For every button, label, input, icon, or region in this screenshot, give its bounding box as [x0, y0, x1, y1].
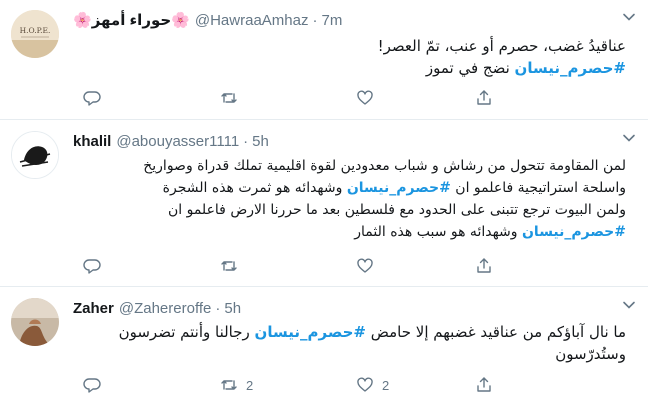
avatar[interactable] [11, 298, 59, 346]
user-handle[interactable]: @Zahereroffe [119, 300, 212, 317]
share-button[interactable] [475, 257, 493, 275]
retweet-count: 2 [246, 377, 254, 393]
tweet-line: واسلحة استراتيجية فاعلمو ان #حصرم_نيسان … [73, 177, 626, 199]
reply-button[interactable] [83, 89, 109, 107]
tweet-line: عناقيدُ غضب، حصرم أو عنب، تمّ العصر! [377, 37, 626, 55]
heart-icon [357, 377, 373, 392]
tweet-card[interactable]: H.O.P.E. 🌸حوراء أمهز🌸 @HawraaAmhaz · 7m … [0, 0, 648, 120]
tweet-actions [73, 257, 493, 277]
chevron-down-icon[interactable] [622, 298, 636, 312]
tweet-text: لمن المقاومة تتحول من رشاش و شباب معدودي… [73, 155, 626, 243]
timestamp[interactable]: 5h [224, 300, 241, 317]
tweet-header: khalil @abouyasser1111 · 5h [73, 131, 269, 151]
hashtag-link[interactable]: #حصرم_نيسان [255, 323, 366, 341]
tweet-line-text: ما نال آباؤكم من عناقيد غضبهم إلا حامض [366, 323, 626, 341]
display-name[interactable]: khalil [73, 133, 111, 150]
reply-button[interactable] [83, 376, 109, 394]
tweet-header: 🌸حوراء أمهز🌸 @HawraaAmhaz · 7m [73, 10, 342, 30]
hashtag-link[interactable]: #حصرم_نيسان [522, 224, 626, 240]
tweet-line: #حصرم_نيسان وشهدائه هو سبب هذه الثمار [73, 221, 626, 243]
chevron-down-icon[interactable] [622, 10, 636, 24]
heart-icon [357, 258, 373, 273]
tweet-line: #حصرم_نيسان نضج في تموز [73, 57, 626, 79]
reply-icon [83, 259, 101, 274]
tweet-line-text: وشهدائه هو ثمرت هذه الشجرة [162, 180, 347, 196]
retweet-button[interactable]: 2 [220, 376, 253, 394]
like-button[interactable]: 2 [356, 376, 389, 394]
tweet-line: ما نال آباؤكم من عناقيد غضبهم إلا حامض #… [73, 321, 626, 343]
avatar-image [11, 298, 59, 346]
tweet-header: Zaher @Zahereroffe · 5h [73, 298, 241, 318]
heart-icon [357, 90, 373, 105]
retweet-icon [221, 93, 237, 103]
share-icon [477, 377, 491, 392]
like-button[interactable] [356, 89, 382, 107]
tweet-text: عناقيدُ غضب، حصرم أو عنب، تمّ العصر! #حص… [73, 35, 626, 79]
like-count: 2 [382, 377, 390, 393]
user-handle[interactable]: @HawraaAmhaz [195, 12, 309, 29]
tweet-actions [73, 89, 493, 109]
retweet-icon [221, 380, 237, 390]
tweet-line: وستُدرّسون [555, 345, 626, 363]
separator-dot: · [243, 132, 249, 150]
share-icon [477, 90, 491, 105]
svg-text:H.O.P.E.: H.O.P.E. [20, 26, 51, 35]
tweet-line: لمن المقاومة تتحول من رشاش و شباب معدودي… [143, 158, 626, 174]
display-name[interactable]: 🌸حوراء أمهز🌸 [73, 11, 190, 29]
separator-dot: · [312, 11, 318, 29]
tweet-actions: 2 2 [73, 376, 493, 396]
reply-button[interactable] [83, 257, 109, 275]
avatar-image [12, 132, 58, 178]
timestamp[interactable]: 7m [321, 12, 342, 29]
tweet-line: ولمن البيوت ترجع تتبنى على الحدود مع فلس… [167, 202, 626, 218]
hashtag-link[interactable]: #حصرم_نيسان [347, 180, 451, 196]
timestamp[interactable]: 5h [252, 133, 269, 150]
tweet-card[interactable]: khalil @abouyasser1111 · 5h لمن المقاومة… [0, 121, 648, 287]
reply-icon [83, 91, 101, 106]
hashtag-link[interactable]: #حصرم_نيسان [515, 59, 626, 77]
chevron-down-icon[interactable] [622, 131, 636, 145]
user-handle[interactable]: @abouyasser1111 [116, 133, 239, 150]
share-icon [477, 258, 491, 273]
separator-dot: · [215, 299, 221, 317]
tweet-line-text: نضج في تموز [425, 59, 515, 77]
like-button[interactable] [356, 257, 382, 275]
retweet-icon [221, 261, 237, 271]
retweet-button[interactable] [220, 257, 246, 275]
share-button[interactable] [475, 376, 493, 394]
tweet-line-text: رجالنا وأنتم تضرسون [118, 323, 255, 341]
avatar[interactable]: H.O.P.E. [11, 10, 59, 58]
tweet-line-text: واسلحة استراتيجية فاعلمو ان [450, 180, 626, 196]
share-button[interactable] [475, 89, 493, 107]
reply-icon [83, 378, 101, 393]
display-name[interactable]: Zaher [73, 300, 114, 317]
tweet-line-text: وشهدائه هو سبب هذه الثمار [354, 224, 522, 240]
tweet-text: ما نال آباؤكم من عناقيد غضبهم إلا حامض #… [73, 321, 626, 365]
retweet-button[interactable] [220, 89, 246, 107]
avatar[interactable] [11, 131, 59, 179]
avatar-image: H.O.P.E. [11, 10, 59, 58]
tweet-card[interactable]: Zaher @Zahereroffe · 5h ما نال آباؤكم من… [0, 288, 648, 404]
